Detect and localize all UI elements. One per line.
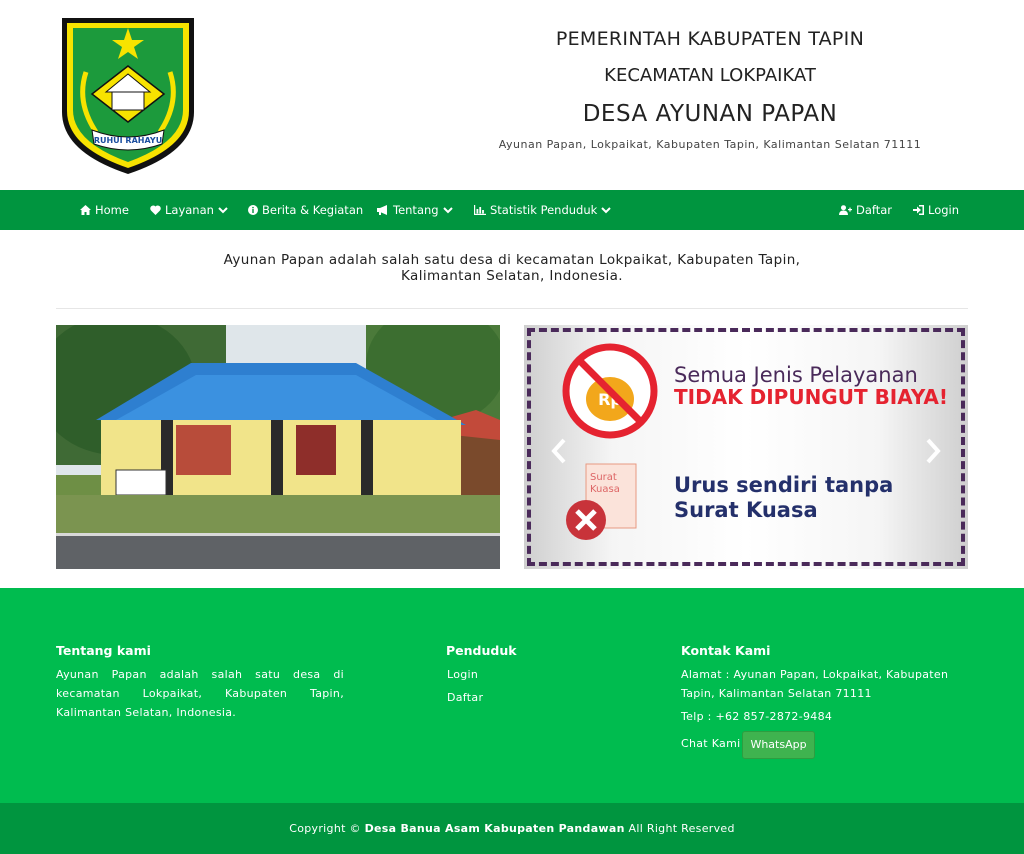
- banner-line3: Urus sendiri tanpa Surat Kuasa: [674, 473, 893, 523]
- nav-statistik[interactable]: Statistik Penduduk: [474, 190, 612, 230]
- info-circle-icon: [248, 205, 258, 215]
- nav-layanan-label: Layanan: [165, 203, 214, 217]
- nav-login[interactable]: Login: [913, 190, 959, 230]
- nav-daftar-label: Daftar: [856, 203, 893, 217]
- footer-about-text: Ayunan Papan adalah salah satu desa di k…: [56, 668, 344, 719]
- footer-address: Alamat : Ayunan Papan, Lokpaikat, Kabupa…: [681, 668, 949, 700]
- svg-text:RUHUI RAHAYU: RUHUI RAHAYU: [94, 136, 162, 145]
- intro-text: Ayunan Papan adalah salah satu desa di k…: [223, 252, 801, 284]
- copyright-prefix: Copyright ©: [289, 822, 361, 835]
- banner-line1: Semua Jenis Pelayanan: [674, 363, 918, 387]
- user-plus-icon: [839, 205, 852, 215]
- header-line1: PEMERINTAH KABUPATEN TAPIN: [555, 28, 865, 50]
- whatsapp-button[interactable]: WhatsApp: [742, 731, 815, 759]
- header-village-name: DESA AYUNAN PAPAN: [582, 101, 838, 127]
- main-navbar: Home Layanan Berita & Kegiatan Tentang S…: [0, 190, 1024, 230]
- carousel-prev-icon[interactable]: [548, 438, 570, 464]
- chevron-down-icon: [442, 207, 453, 214]
- footer-phone: Telp : +62 857-2872-9484: [681, 710, 833, 723]
- bullhorn-icon: [377, 205, 387, 215]
- no-fee-icon: Rp: [562, 343, 658, 439]
- no-proxy-letter-icon: Surat Kuasa: [566, 463, 637, 540]
- copyright-name: Desa Banua Asam Kabupaten Pandawan: [364, 822, 625, 835]
- heart-icon: [150, 205, 161, 215]
- carousel-next-icon[interactable]: [922, 438, 944, 464]
- footer-about-title: Tentang kami: [56, 643, 151, 658]
- village-office-photo: [56, 325, 500, 569]
- divider: [56, 308, 968, 309]
- header-address: Ayunan Papan, Lokpaikat, Kabupaten Tapin…: [498, 138, 922, 151]
- nav-daftar[interactable]: Daftar: [839, 190, 892, 230]
- sign-in-icon: [913, 205, 924, 215]
- nav-statistik-label: Statistik Penduduk: [490, 203, 598, 217]
- copyright-bar: Copyright © Desa Banua Asam Kabupaten Pa…: [0, 803, 1024, 854]
- nav-berita-label: Berita & Kegiatan: [262, 203, 364, 217]
- nav-home-label: Home: [95, 203, 129, 217]
- svg-text:Surat: Surat: [590, 472, 617, 483]
- nav-home[interactable]: Home: [80, 190, 129, 230]
- banner-line2: TIDAK DIPUNGUT BIAYA!: [674, 385, 948, 409]
- nav-tentang-label: Tentang: [393, 203, 439, 217]
- footer-daftar-link[interactable]: Daftar: [447, 691, 483, 704]
- chevron-down-icon: [601, 207, 612, 214]
- site-footer: Tentang kami Ayunan Papan adalah salah s…: [0, 588, 1024, 803]
- regency-logo: RUHUI RAHAYU: [62, 18, 194, 174]
- nav-login-label: Login: [928, 203, 960, 217]
- bar-chart-icon: [474, 205, 486, 215]
- nav-tentang[interactable]: Tentang: [377, 190, 453, 230]
- svg-text:Kuasa: Kuasa: [590, 484, 620, 495]
- home-icon: [80, 205, 91, 215]
- banner-line3a: Urus sendiri tanpa: [674, 473, 894, 497]
- service-banner-carousel: Rp Semua Jenis Pelayanan TIDAK DIPUNGUT …: [524, 325, 968, 569]
- nav-berita[interactable]: Berita & Kegiatan: [248, 190, 363, 230]
- copyright-suffix: All Right Reserved: [628, 822, 735, 835]
- footer-penduduk-title: Penduduk: [446, 643, 517, 658]
- banner-line3b: Surat Kuasa: [674, 498, 818, 522]
- footer-chat-label: Chat Kami: [681, 737, 741, 750]
- chevron-down-icon: [218, 207, 228, 214]
- footer-contact-title: Kontak Kami: [681, 643, 771, 658]
- nav-layanan[interactable]: Layanan: [150, 190, 228, 230]
- footer-login-link[interactable]: Login: [447, 668, 478, 681]
- header-line2: KECAMATAN LOKPAIKAT: [604, 65, 816, 86]
- site-header: RUHUI RAHAYU PEMERINTAH KABUPATEN TAPIN …: [0, 0, 1024, 190]
